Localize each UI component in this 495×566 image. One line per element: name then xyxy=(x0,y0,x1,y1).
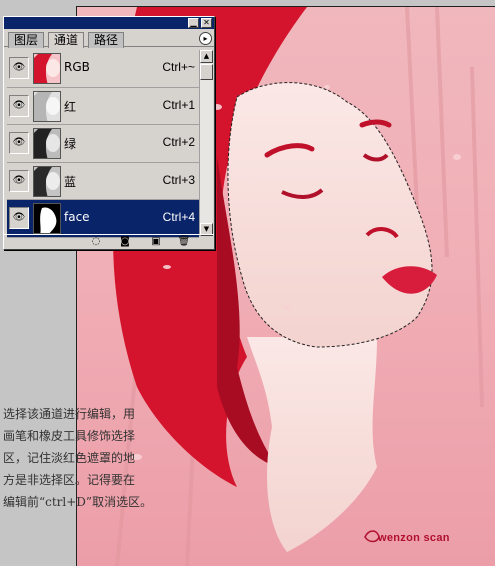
palette-menu-button[interactable]: ▸ xyxy=(199,32,212,45)
minimize-icon: ▁ xyxy=(190,18,197,27)
channel-shortcut: Ctrl+3 xyxy=(162,172,195,187)
close-button[interactable]: ✕ xyxy=(201,18,212,28)
caption-line: 画笔和橡皮工具修饰选择 xyxy=(3,429,136,443)
channel-name: 绿 xyxy=(64,137,77,152)
channel-name: face xyxy=(64,210,90,225)
channel-shortcut: Ctrl+~ xyxy=(162,60,195,74)
channel-shortcut: Ctrl+4 xyxy=(162,210,195,225)
palette-tabs: 图层 通道 路径 ▸ xyxy=(4,29,214,48)
channel-thumbnail xyxy=(33,53,61,84)
trash-icon[interactable]: 🗑 xyxy=(176,236,192,248)
channel-row-green[interactable]: 👁 绿 Ctrl+2 xyxy=(7,125,199,163)
eye-icon[interactable]: 👁 xyxy=(9,207,29,230)
eye-icon[interactable]: 👁 xyxy=(9,57,29,79)
channel-thumbnail xyxy=(33,203,61,235)
caption-line: 区，记住淡红色遮罩的地 xyxy=(3,451,136,465)
watermark-text: wenzon scan xyxy=(378,532,450,544)
tab-layers[interactable]: 图层 xyxy=(8,32,45,48)
eye-icon[interactable]: 👁 xyxy=(9,94,29,117)
palette-titlebar[interactable]: ▁ ✕ xyxy=(4,17,214,29)
tab-paths[interactable]: 路径 xyxy=(88,32,125,48)
channel-list: 👁 RGB Ctrl+~ 👁 红 Ctrl+1 👁 绿 Ctrl+2 👁 蓝 C… xyxy=(7,50,199,238)
palette-footer: ◌ ◙ ▣ 🗑 xyxy=(4,234,214,249)
tab-channels[interactable]: 通道 xyxy=(48,32,85,48)
channel-scrollbar[interactable]: ▲ ▼ xyxy=(199,50,213,236)
eye-icon[interactable]: 👁 xyxy=(9,132,29,155)
channel-thumbnail xyxy=(33,128,61,160)
scroll-thumb[interactable] xyxy=(200,64,213,80)
channel-row-red[interactable]: 👁 红 Ctrl+1 xyxy=(7,88,199,126)
new-channel-icon[interactable]: ▣ xyxy=(148,236,164,248)
instruction-caption: 选择该通道进行编辑，用 画笔和橡皮工具修饰选择 区，记住淡红色遮罩的地 方是非选… xyxy=(3,403,161,513)
eye-icon[interactable]: 👁 xyxy=(9,169,29,192)
channel-shortcut: Ctrl+1 xyxy=(162,97,195,112)
channel-name: RGB xyxy=(64,60,90,74)
channel-name: 蓝 xyxy=(64,174,77,189)
channels-palette: ▁ ✕ 图层 通道 路径 ▸ 👁 RGB Ctrl+~ 👁 红 Ctrl+1 👁… xyxy=(3,16,215,250)
channel-row-rgb[interactable]: 👁 RGB Ctrl+~ xyxy=(7,50,199,88)
channel-thumbnail xyxy=(33,90,61,122)
caption-line: 编辑前“ctrl+D”取消选区。 xyxy=(3,495,153,509)
close-icon: ✕ xyxy=(203,18,210,27)
menu-arrow-icon: ▸ xyxy=(203,34,208,43)
caption-line: 方是非选择区。记得要在 xyxy=(3,473,136,487)
caption-line: 选择该通道进行编辑，用 xyxy=(3,407,136,421)
minimize-button[interactable]: ▁ xyxy=(188,18,199,28)
channel-name: 红 xyxy=(64,99,77,114)
channel-thumbnail xyxy=(33,165,61,197)
channel-shortcut: Ctrl+2 xyxy=(162,135,195,150)
channel-row-face[interactable]: 👁 face Ctrl+4 xyxy=(7,200,199,238)
mask-icon[interactable]: ◙ xyxy=(117,236,133,248)
selection-circle-icon[interactable]: ◌ xyxy=(88,236,104,248)
channel-row-blue[interactable]: 👁 蓝 Ctrl+3 xyxy=(7,163,199,201)
scroll-up-button[interactable]: ▲ xyxy=(200,50,213,63)
signature-logo xyxy=(364,530,380,543)
